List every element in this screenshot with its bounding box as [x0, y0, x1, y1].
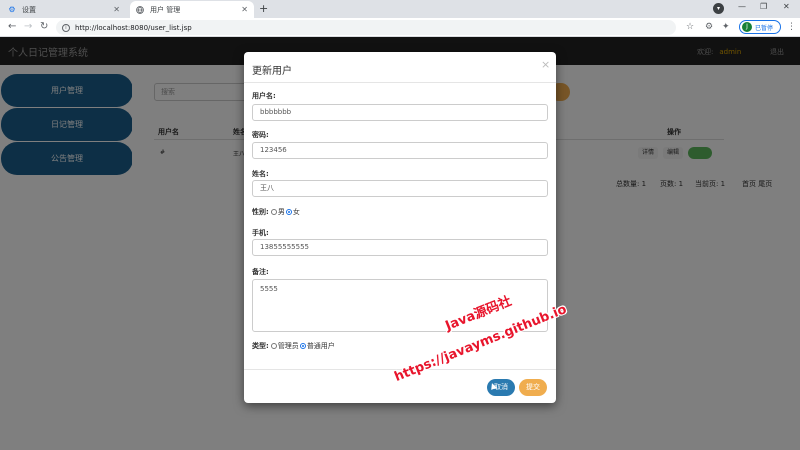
- profile-button[interactable]: J 已暂停: [739, 20, 781, 34]
- tab-label: 用户 管理: [150, 5, 181, 14]
- page-viewport: 个人日记管理系统 欢迎:admin 退出 用户管理 日记管理 公告管理 搜索 用…: [0, 37, 800, 450]
- extension-icon[interactable]: ⚙: [705, 21, 713, 33]
- name-input[interactable]: 王八: [252, 180, 548, 197]
- password-label: 密码:: [252, 131, 269, 139]
- browser-toolbar: ← → ↻ i http://localhost:8080/user_list.…: [0, 18, 800, 37]
- close-icon[interactable]: ✕: [241, 5, 248, 14]
- gender-male-label: 男: [277, 208, 285, 216]
- puzzle-icon[interactable]: ✦: [722, 21, 730, 33]
- browser-tabstrip: ⚙ 设置 ✕ 用户 管理 ✕ + ▾ — ❐ ✕: [0, 0, 800, 18]
- close-icon[interactable]: ✕: [113, 5, 120, 14]
- type-radio-group: 类型: 管理员 普通用户: [252, 341, 335, 351]
- browser-tab-user-management[interactable]: 用户 管理 ✕: [130, 1, 254, 18]
- tab-search-icon[interactable]: ▾: [713, 3, 724, 14]
- password-input[interactable]: 123456: [252, 142, 548, 159]
- gender-male-radio[interactable]: [270, 209, 277, 215]
- menu-kebab-icon[interactable]: ⋮: [787, 21, 796, 33]
- gender-radio-group: 性别: 男 女: [252, 207, 300, 217]
- type-admin-label: 管理员: [277, 342, 299, 350]
- info-icon[interactable]: i: [62, 23, 70, 32]
- name-label: 姓名:: [252, 170, 269, 178]
- type-user-label: 普通用户: [306, 342, 335, 350]
- url-text: http://localhost:8080/user_list.jsp: [75, 23, 192, 32]
- avatar: J: [742, 22, 752, 32]
- gender-female-label: 女: [292, 208, 300, 216]
- maximize-icon[interactable]: ❐: [760, 2, 767, 11]
- back-icon[interactable]: ←: [8, 21, 16, 33]
- gender-female-radio[interactable]: [285, 209, 292, 215]
- minimize-icon[interactable]: —: [738, 2, 746, 11]
- phone-label: 手机:: [252, 229, 269, 237]
- type-user-radio[interactable]: [299, 343, 306, 349]
- gender-label: 性别:: [252, 208, 269, 216]
- address-bar[interactable]: i http://localhost:8080/user_list.jsp: [56, 20, 676, 35]
- reload-icon[interactable]: ↻: [40, 21, 48, 33]
- type-admin-radio[interactable]: [270, 343, 277, 349]
- type-label: 类型:: [252, 342, 269, 350]
- browser-tab-settings[interactable]: ⚙ 设置 ✕: [2, 1, 126, 18]
- gear-icon: ⚙: [8, 5, 16, 14]
- tab-label: 设置: [22, 5, 36, 14]
- forward-icon[interactable]: →: [24, 21, 32, 33]
- username-input[interactable]: bbbbbbb: [252, 104, 548, 121]
- new-tab-icon[interactable]: +: [259, 2, 268, 15]
- window-close-icon[interactable]: ✕: [783, 2, 790, 11]
- username-label: 用户名:: [252, 92, 276, 100]
- star-icon[interactable]: ☆: [686, 21, 694, 33]
- profile-status: 已暂停: [755, 24, 774, 32]
- dialog-header: 更新用户 ×: [244, 52, 556, 83]
- remark-label: 备注:: [252, 268, 269, 276]
- update-user-dialog: 更新用户 × 用户名: bbbbbbb 密码: 123456 姓名: 王八 性别…: [244, 52, 556, 403]
- globe-icon: [136, 5, 144, 14]
- dialog-title: 更新用户: [252, 66, 292, 77]
- submit-button[interactable]: 提交: [519, 379, 547, 396]
- close-icon[interactable]: ×: [541, 58, 550, 71]
- phone-input[interactable]: 13855555555: [252, 239, 548, 256]
